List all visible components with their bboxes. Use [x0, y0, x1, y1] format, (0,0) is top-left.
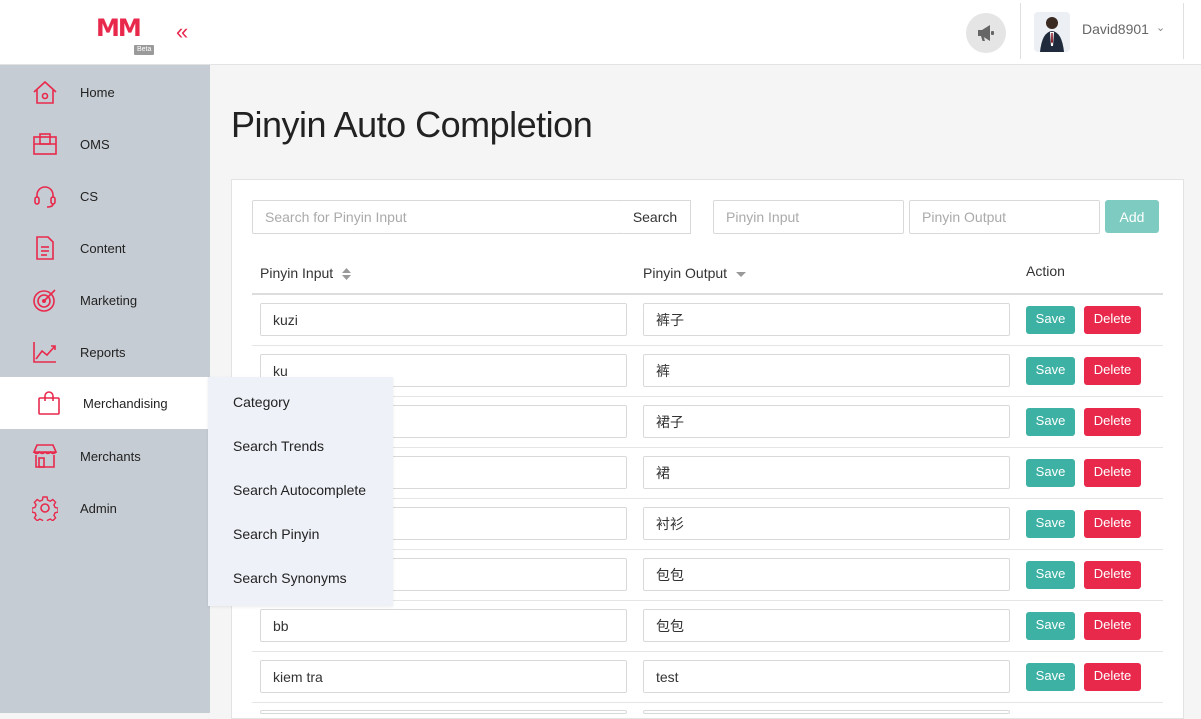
- sidebar-item-marketing[interactable]: Marketing: [0, 274, 210, 326]
- avatar-image-icon: [1034, 12, 1070, 52]
- gear-icon: [32, 496, 58, 521]
- pinyin-output-cell[interactable]: [643, 609, 1010, 642]
- column-header-action: Action: [1026, 263, 1065, 279]
- delete-button[interactable]: Delete: [1084, 561, 1141, 589]
- sidebar-item-content[interactable]: Content: [0, 222, 210, 274]
- row-divider: [252, 702, 1163, 703]
- sidebar-item-label: Merchandising: [83, 396, 168, 411]
- collapse-sidebar-button[interactable]: «: [176, 20, 198, 44]
- header-divider-right: [1183, 3, 1184, 59]
- sidebar-item-label: OMS: [80, 137, 110, 152]
- sidebar-item-label: Home: [80, 85, 115, 100]
- box-icon: [33, 133, 57, 155]
- header-divider: [1020, 3, 1021, 59]
- sidebar-item-merchandising[interactable]: Merchandising: [0, 377, 210, 429]
- row-divider: [252, 651, 1163, 652]
- sidebar-item-label: Reports: [80, 345, 126, 360]
- sidebar-item-label: Marketing: [80, 293, 138, 308]
- save-button[interactable]: Save: [1026, 459, 1075, 487]
- delete-button[interactable]: Delete: [1084, 612, 1141, 640]
- new-pinyin-output-field[interactable]: [909, 200, 1100, 234]
- document-icon: [36, 236, 54, 260]
- new-pinyin-input-field[interactable]: [713, 200, 904, 234]
- username-label[interactable]: David8901: [1082, 21, 1149, 37]
- avatar[interactable]: [1034, 12, 1070, 52]
- sidebar-item-merchants[interactable]: Merchants: [0, 430, 210, 482]
- submenu-item-search-trends[interactable]: Search Trends: [233, 438, 324, 454]
- sidebar: Home OMS CS Content Marketing Reports Me…: [0, 65, 210, 713]
- delete-button[interactable]: Delete: [1084, 306, 1141, 334]
- save-button[interactable]: Save: [1026, 357, 1075, 385]
- sidebar-item-label: CS: [80, 189, 99, 204]
- sort-icon: [342, 268, 352, 281]
- sidebar-item-admin[interactable]: Admin: [0, 482, 210, 534]
- pinyin-input-cell[interactable]: [260, 303, 627, 336]
- pinyin-output-cell[interactable]: [643, 558, 1010, 591]
- sidebar-item-cs[interactable]: CS: [0, 170, 210, 222]
- pinyin-output-cell[interactable]: [643, 354, 1010, 387]
- headset-icon: [34, 186, 56, 208]
- shopping-bag-icon: [38, 391, 60, 415]
- app-logo[interactable]: MM Beta: [96, 14, 160, 56]
- pinyin-output-cell[interactable]: [643, 405, 1010, 438]
- store-icon: [32, 444, 58, 468]
- search-input[interactable]: [252, 200, 621, 234]
- pinyin-output-cell[interactable]: [643, 456, 1010, 489]
- chart-icon: [33, 342, 56, 363]
- save-button[interactable]: Save: [1026, 306, 1075, 334]
- table-header-divider: [252, 293, 1163, 295]
- save-button[interactable]: Save: [1026, 663, 1075, 691]
- sidebar-item-label: Content: [80, 241, 126, 256]
- sidebar-item-oms[interactable]: OMS: [0, 118, 210, 170]
- pinyin-output-cell[interactable]: [643, 303, 1010, 336]
- sidebar-item-home[interactable]: Home: [0, 66, 210, 118]
- beta-badge: Beta: [134, 45, 155, 55]
- top-header: MM Beta « David8901 ⌄: [0, 0, 1201, 65]
- column-header-pinyin-input[interactable]: Pinyin Input: [260, 265, 352, 281]
- pinyin-output-cell[interactable]: [643, 660, 1010, 693]
- delete-button[interactable]: Delete: [1084, 357, 1141, 385]
- delete-button[interactable]: Delete: [1084, 459, 1141, 487]
- row-divider: [252, 345, 1163, 346]
- add-button[interactable]: Add: [1105, 200, 1159, 233]
- submenu-item-category[interactable]: Category: [233, 394, 290, 410]
- sidebar-item-label: Admin: [80, 501, 117, 516]
- megaphone-icon: [978, 25, 994, 41]
- save-button[interactable]: Save: [1026, 561, 1075, 589]
- logo-text: MM: [96, 14, 142, 42]
- pinyin-input-cell[interactable]: [260, 609, 627, 642]
- submenu-item-search-autocomplete[interactable]: Search Autocomplete: [233, 482, 366, 498]
- sidebar-item-reports[interactable]: Reports: [0, 326, 210, 378]
- column-header-label: Pinyin Output: [643, 265, 728, 281]
- column-header-label: Pinyin Input: [260, 265, 334, 281]
- search-button[interactable]: Search: [620, 200, 691, 234]
- save-button[interactable]: Save: [1026, 612, 1075, 640]
- pinyin-output-cell[interactable]: [643, 507, 1010, 540]
- delete-button[interactable]: Delete: [1084, 663, 1141, 691]
- delete-button[interactable]: Delete: [1084, 408, 1141, 436]
- column-header-pinyin-output[interactable]: Pinyin Output: [643, 265, 746, 281]
- delete-button[interactable]: Delete: [1084, 510, 1141, 538]
- sidebar-item-label: Merchants: [80, 449, 141, 464]
- save-button[interactable]: Save: [1026, 408, 1075, 436]
- chevron-down-icon[interactable]: ⌄: [1156, 21, 1165, 34]
- submenu-item-search-pinyin[interactable]: Search Pinyin: [233, 526, 319, 542]
- pinyin-input-cell[interactable]: [260, 660, 627, 693]
- pinyin-input-cell-partial[interactable]: [260, 710, 627, 714]
- save-button[interactable]: Save: [1026, 510, 1075, 538]
- pinyin-output-cell-partial[interactable]: [643, 710, 1010, 714]
- page-title: Pinyin Auto Completion: [231, 104, 593, 145]
- home-icon: [33, 80, 57, 104]
- announcement-button[interactable]: [966, 13, 1006, 53]
- submenu-item-search-synonyms[interactable]: Search Synonyms: [233, 570, 347, 586]
- merchandising-submenu: Category Search Trends Search Autocomple…: [208, 377, 393, 606]
- sort-desc-icon: [735, 272, 746, 278]
- target-icon: [33, 289, 56, 312]
